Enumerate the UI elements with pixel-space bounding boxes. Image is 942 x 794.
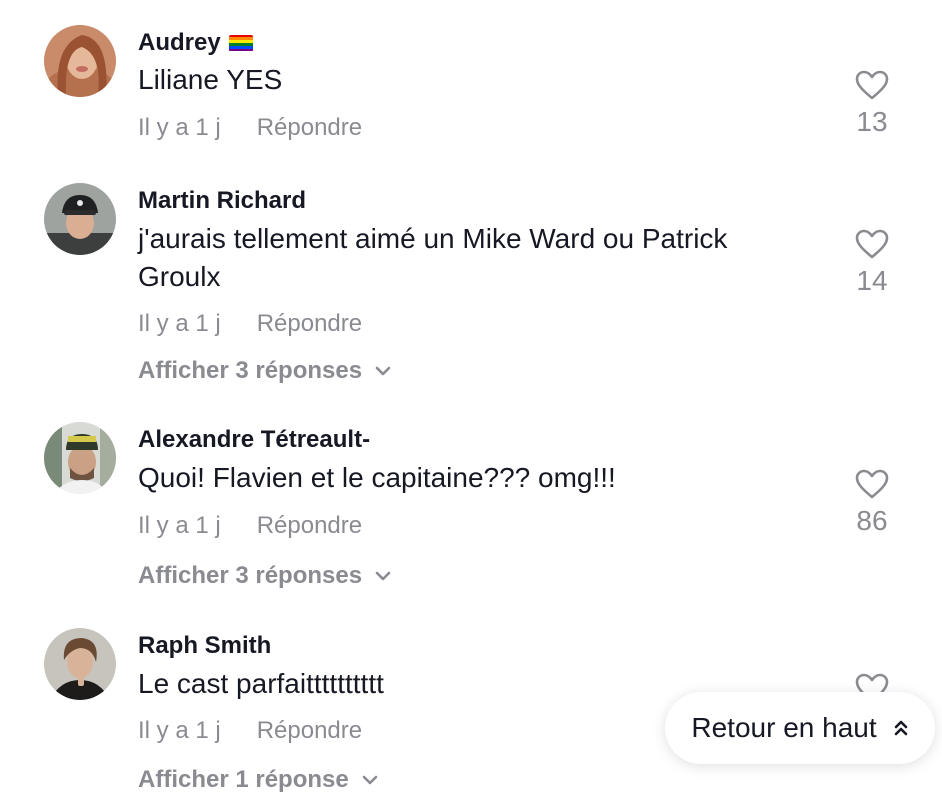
view-replies-button[interactable]: Afficher 1 réponse bbox=[138, 766, 379, 794]
heart-outline-icon bbox=[855, 469, 889, 499]
comment-meta: Il y a 1 j Répondre bbox=[138, 512, 362, 540]
comment-time: Il y a 1 j bbox=[138, 310, 221, 337]
back-to-top-button[interactable]: Retour en haut bbox=[665, 692, 935, 764]
rainbow-flag-icon bbox=[228, 34, 253, 52]
heart-outline-icon bbox=[855, 70, 889, 100]
comment-text: Quoi! Flavien et le capitaine??? omg!!! bbox=[138, 462, 616, 493]
avatar[interactable] bbox=[44, 422, 116, 494]
like-button[interactable]: 13 bbox=[850, 70, 894, 138]
view-replies-button[interactable]: Afficher 3 réponses bbox=[138, 562, 392, 590]
avatar[interactable] bbox=[44, 628, 116, 700]
heart-outline-icon bbox=[855, 229, 889, 259]
like-button[interactable]: 14 bbox=[850, 229, 894, 297]
reply-button[interactable]: Répondre bbox=[257, 512, 362, 539]
like-count: 13 bbox=[856, 106, 888, 137]
comment-text: Liliane YES bbox=[138, 64, 283, 95]
reply-button[interactable]: Répondre bbox=[257, 310, 362, 337]
username[interactable]: Martin Richard bbox=[138, 187, 306, 215]
view-replies-label: Afficher 3 réponses bbox=[138, 357, 363, 384]
view-replies-label: Afficher 1 réponse bbox=[138, 766, 349, 793]
chevron-down-icon bbox=[375, 571, 391, 581]
view-replies-button[interactable]: Afficher 3 réponses bbox=[138, 357, 392, 385]
username-text: Audrey bbox=[138, 29, 221, 56]
chevron-down-icon bbox=[362, 775, 378, 785]
like-count: 86 bbox=[856, 505, 888, 536]
double-chevron-up-icon bbox=[894, 720, 907, 736]
username[interactable]: Alexandre Tétreault- bbox=[138, 426, 370, 454]
comment-text: j'aurais tellement aimé un Mike Ward ou … bbox=[138, 223, 728, 292]
comment-meta: Il y a 1 j Répondre bbox=[138, 310, 362, 338]
comment-meta: Il y a 1 j Répondre bbox=[138, 114, 362, 142]
comment-time: Il y a 1 j bbox=[138, 114, 221, 141]
like-count: 14 bbox=[856, 265, 888, 296]
reply-button[interactable]: Répondre bbox=[257, 717, 362, 744]
comment-meta: Il y a 1 j Répondre bbox=[138, 717, 362, 745]
back-to-top-label: Retour en haut bbox=[691, 712, 877, 743]
comment-time: Il y a 1 j bbox=[138, 717, 221, 744]
chevron-down-icon bbox=[375, 366, 391, 376]
reply-button[interactable]: Répondre bbox=[257, 114, 362, 141]
username[interactable]: Raph Smith bbox=[138, 632, 271, 660]
username[interactable]: Audrey bbox=[138, 29, 253, 57]
comment-time: Il y a 1 j bbox=[138, 512, 221, 539]
view-replies-label: Afficher 3 réponses bbox=[138, 562, 363, 589]
avatar[interactable] bbox=[44, 183, 116, 255]
avatar[interactable] bbox=[44, 25, 116, 97]
like-button[interactable]: 86 bbox=[850, 469, 894, 537]
